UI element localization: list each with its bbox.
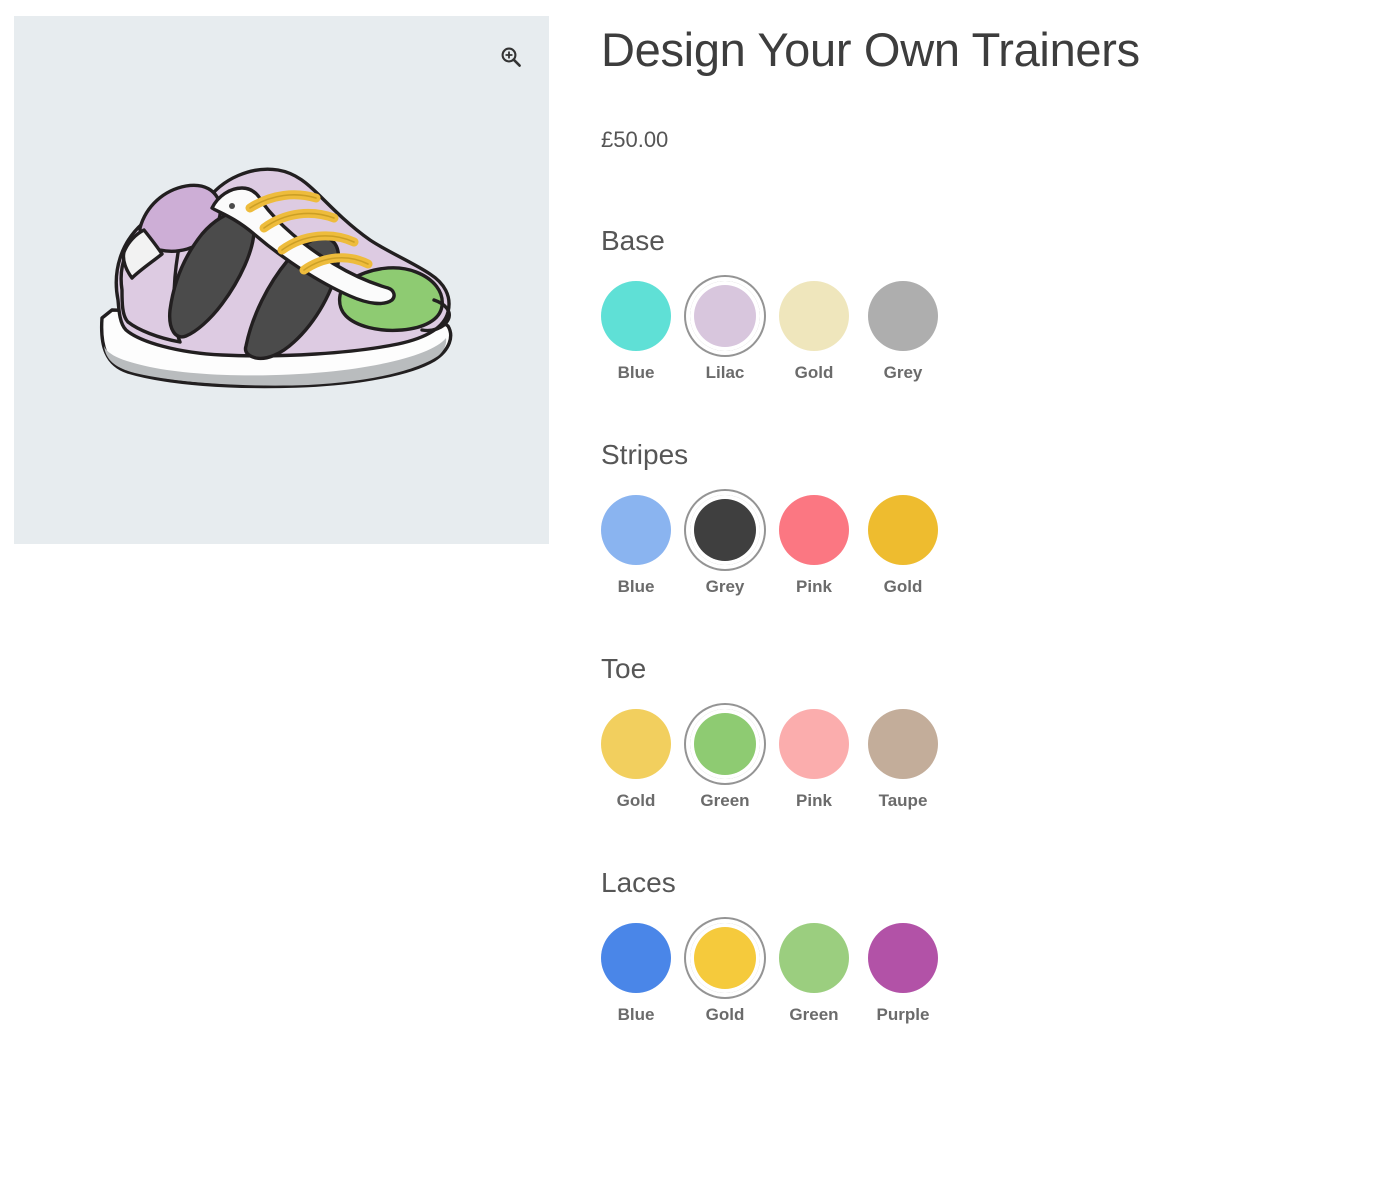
- swatch-laces-gold[interactable]: Gold: [690, 923, 760, 1023]
- swatch-label: Grey: [883, 363, 923, 383]
- magnifier-plus-icon: [501, 47, 521, 67]
- option-heading: Base: [601, 225, 665, 257]
- swatch-label: Purple: [876, 1004, 930, 1024]
- swatch-base-blue[interactable]: Blue: [601, 281, 671, 381]
- swatch-ring: [868, 495, 938, 566]
- swatch-selected-ring: [690, 281, 760, 351]
- swatch-stripes-pink[interactable]: Pink: [779, 495, 849, 595]
- swatch-ring: [601, 281, 671, 352]
- swatch-selected-ring: [690, 495, 760, 565]
- swatch-laces-purple[interactable]: Purple: [868, 922, 938, 1024]
- swatch-label: Blue: [617, 363, 655, 383]
- swatch-base-gold[interactable]: Gold: [779, 281, 849, 381]
- swatch-color-dot: [868, 922, 938, 993]
- swatch-row: Blue Gold Green Purple: [601, 922, 1361, 1024]
- option-heading: Stripes: [601, 439, 689, 471]
- swatch-stripes-gold[interactable]: Gold: [868, 495, 938, 595]
- zoom-in-button[interactable]: [494, 40, 528, 74]
- swatch-ring: [779, 495, 849, 566]
- swatch-ring: [868, 922, 938, 993]
- swatch-label: Blue: [617, 1004, 655, 1024]
- swatch-color-dot: [694, 926, 756, 989]
- swatch-ring: [601, 922, 671, 993]
- swatch-toe-gold[interactable]: Gold: [601, 708, 671, 810]
- swatch-color-dot: [868, 281, 938, 352]
- swatch-toe-pink[interactable]: Pink: [779, 708, 849, 810]
- option-heading: Toe: [601, 653, 647, 685]
- swatch-label: Taupe: [878, 790, 928, 810]
- swatch-color-dot: [601, 495, 671, 566]
- swatch-selected-ring: [690, 709, 760, 779]
- swatch-stripes-grey[interactable]: Grey: [690, 495, 760, 595]
- swatch-color-dot: [779, 922, 849, 993]
- swatch-color-dot: [868, 495, 938, 566]
- swatch-row: Gold Green Pink Taupe: [601, 708, 1361, 810]
- option-group-base: Base Blue Lilac Gold Grey: [601, 153, 1361, 381]
- swatch-ring: [779, 922, 849, 993]
- swatch-ring: [868, 281, 938, 352]
- swatch-color-dot: [779, 281, 849, 352]
- swatch-stripes-blue[interactable]: Blue: [601, 495, 671, 595]
- trainer-illustration: [14, 16, 549, 544]
- swatch-label: Blue: [617, 577, 655, 597]
- swatch-color-dot: [694, 285, 756, 348]
- swatch-label: Pink: [796, 790, 832, 810]
- swatch-color-dot: [779, 495, 849, 566]
- swatch-color-dot: [868, 708, 938, 779]
- swatch-label: Gold: [616, 790, 656, 810]
- product-image-panel: [14, 16, 549, 544]
- swatch-color-dot: [694, 499, 756, 562]
- swatch-laces-green[interactable]: Green: [779, 922, 849, 1024]
- option-heading: Laces: [601, 866, 676, 898]
- option-group-laces: Laces Blue Gold Green Purple: [601, 809, 1361, 1023]
- swatch-color-dot: [601, 922, 671, 993]
- swatch-ring: [779, 281, 849, 352]
- swatch-toe-green[interactable]: Green: [690, 709, 760, 809]
- swatch-laces-blue[interactable]: Blue: [601, 922, 671, 1024]
- swatch-ring: [868, 708, 938, 779]
- trainer-svg: [99, 167, 452, 389]
- swatch-toe-taupe[interactable]: Taupe: [868, 708, 938, 810]
- page-title: Design Your Own Trainers: [601, 23, 1140, 76]
- option-groups: Base Blue Lilac Gold Grey Stripes Blue Grey Pink…: [601, 153, 1361, 1023]
- eyelet-dot: [228, 203, 235, 209]
- swatch-selected-ring: [690, 923, 760, 993]
- swatch-label: Lilac: [705, 363, 745, 383]
- swatch-label: Grey: [705, 577, 745, 597]
- swatch-color-dot: [694, 712, 756, 775]
- option-group-toe: Toe Gold Green Pink Taupe: [601, 595, 1361, 809]
- swatch-ring: [601, 495, 671, 566]
- swatch-label: Gold: [794, 363, 834, 383]
- swatch-base-grey[interactable]: Grey: [868, 281, 938, 381]
- swatch-row: Blue Grey Pink Gold: [601, 495, 1361, 595]
- swatch-color-dot: [601, 708, 671, 779]
- swatch-base-lilac[interactable]: Lilac: [690, 281, 760, 381]
- swatch-label: Pink: [796, 577, 832, 597]
- swatch-ring: [601, 708, 671, 779]
- swatch-color-dot: [601, 281, 671, 352]
- option-group-stripes: Stripes Blue Grey Pink Gold: [601, 381, 1361, 595]
- swatch-label: Green: [700, 790, 750, 810]
- product-price: £50.00: [601, 127, 669, 153]
- swatch-label: Gold: [883, 577, 923, 597]
- swatch-label: Green: [789, 1004, 839, 1024]
- swatch-ring: [779, 708, 849, 779]
- product-details: Design Your Own Trainers £50.00 Base Blue…: [601, 0, 1361, 1023]
- swatch-color-dot: [779, 708, 849, 779]
- swatch-row: Blue Lilac Gold Grey: [601, 281, 1361, 381]
- swatch-label: Gold: [705, 1004, 745, 1024]
- product-page: Design Your Own Trainers £50.00 Base Blue…: [0, 0, 1385, 1200]
